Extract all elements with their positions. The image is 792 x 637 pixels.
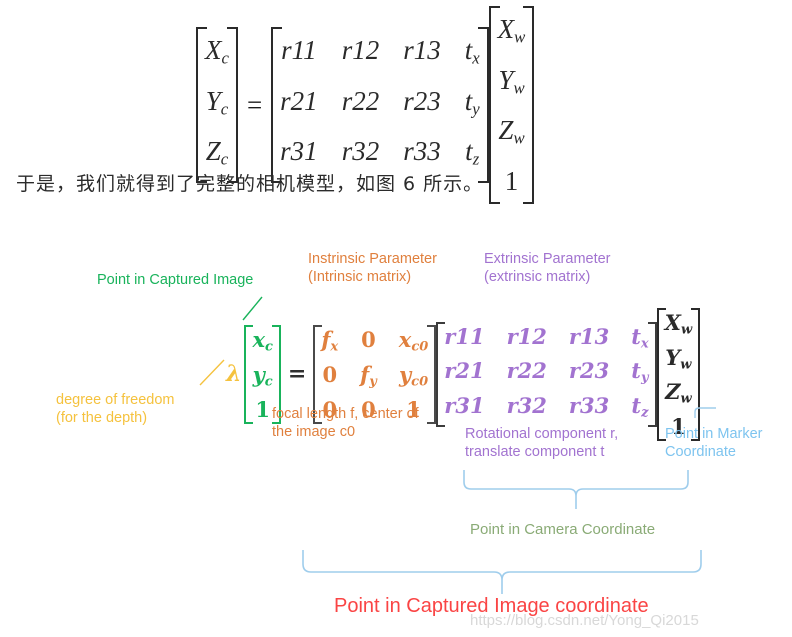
matrix-cell: r21 (280, 85, 318, 116)
matrix-cell: Zw (498, 115, 525, 149)
extrinsic-matrix-bracket-2: r11 r12 r13 tx r21 r22 r23 ty r31 r32 r3… (436, 321, 658, 428)
label-point-in-camera-coordinate: Point in Camera Coordinate (470, 521, 656, 538)
matrix-cell: r22 (341, 85, 380, 116)
matrix-cell: r11 (444, 323, 485, 349)
matrix-cell: tx (631, 323, 649, 352)
matrix-cell: r32 (506, 392, 547, 418)
matrix-cell: r31 (444, 392, 485, 418)
image-point-vector: xc yc 1 (252, 326, 272, 422)
label-point-in-captured-image: Point in Captured Image (97, 272, 254, 288)
matrix-cell: Xw (664, 310, 693, 338)
marker-point-vector-bracket: Xw Yw Zw 1 (656, 308, 701, 441)
matrix-cell: 0 (361, 327, 376, 353)
equals-sign: = (246, 89, 263, 120)
marker-point-vector: Xw Yw Zw 1 (665, 309, 693, 440)
matrix-cell: ty (631, 358, 649, 386)
extrinsic-matrix-bracket: r11 r12 r13 tx r21 r22 r23 ty r31 r32 r3… (271, 27, 489, 184)
brace-captured-image-coordinate (302, 550, 702, 594)
world-point-vector-bracket: Xw Yw Zw 1 (488, 6, 535, 205)
extrinsic-matrix: r11 r12 r13 tx r21 r22 r23 ty r31 r32 r3… (444, 323, 648, 427)
matrix-cell: ty (464, 85, 480, 119)
csdn-watermark: https://blog.csdn.net/Yong_Qi2015 (470, 612, 699, 629)
label-point-in-marker-coordinate: Point in Marker Coordinate (665, 426, 763, 460)
world-point-vector: Xw Yw Zw 1 (498, 8, 526, 202)
matrix-cell: tz (631, 392, 649, 421)
matrix-cell: r12 (506, 323, 547, 349)
label-rotational-component: Rotational component r, translate compon… (465, 426, 619, 460)
matrix-cell: Xc (205, 35, 229, 68)
matrix-cell: r21 (444, 358, 485, 384)
camera-point-vector: Xc Yc Zc (205, 29, 229, 181)
matrix-cell: fx (321, 327, 339, 355)
matrix-cell: yc0 (398, 361, 429, 390)
matrix-cell: Yw (498, 64, 525, 98)
matrix-cell: r33 (568, 392, 610, 418)
rotation-translation-matrix: r11 r12 r13 tx r21 r22 r23 ty r31 r32 r3… (280, 29, 480, 181)
matrix-cell: r12 (341, 35, 380, 65)
matrix-cell: r13 (403, 35, 441, 65)
matrix-cell: r11 (281, 35, 317, 65)
matrix-cell: Yw (665, 344, 692, 373)
matrix-cell: 1 (504, 166, 519, 197)
matrix-cell: r22 (506, 358, 547, 384)
matrix-cell: Yc (205, 85, 229, 119)
label-focal-length: focal length f, center of the image c0 (272, 406, 419, 440)
matrix-cell: xc0 (398, 327, 429, 355)
matrix-cell: Zw (665, 379, 692, 407)
matrix-cell: r23 (403, 85, 441, 116)
leader-line-degree-of-freedom (199, 359, 225, 386)
matrix-cell: xc (252, 327, 273, 355)
label-intrinsic-parameter: Instrinsic Parameter (Intrinsic matrix) (308, 251, 437, 285)
camera-point-vector-bracket: Xc Yc Zc (196, 27, 238, 184)
brace-camera-coordinate (463, 470, 689, 509)
equals-sign-2: = (287, 361, 307, 388)
matrix-cell: Xw (497, 14, 526, 47)
matrix-cell: 1 (255, 396, 270, 422)
matrix-cell: r23 (568, 358, 610, 384)
lambda-symbol: λ (226, 361, 242, 388)
matrix-cell: yc (252, 361, 273, 390)
label-extrinsic-parameter: Extrinsic Parameter (extrinsic matrix) (484, 251, 611, 285)
chinese-caption-line: 于是，我们就得到了完整的相机模型，如图 6 所示。 (16, 173, 484, 195)
matrix-cell: r13 (568, 323, 610, 349)
matrix-cell: tx (464, 35, 480, 68)
label-degree-of-freedom: degree of freedom (for the depth) (56, 392, 175, 426)
matrix-cell: fy (360, 361, 377, 390)
matrix-cell: 0 (322, 361, 338, 387)
